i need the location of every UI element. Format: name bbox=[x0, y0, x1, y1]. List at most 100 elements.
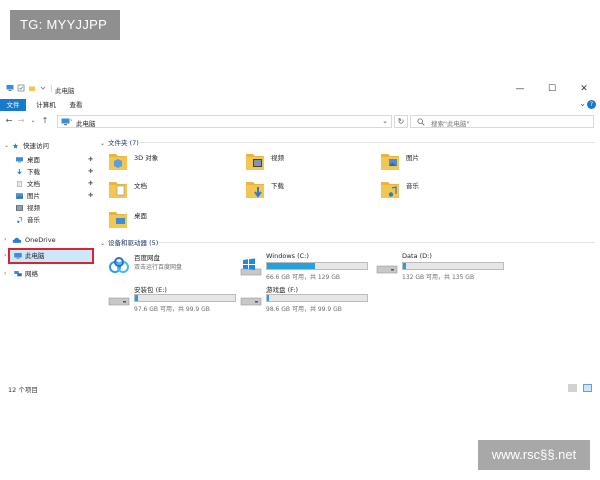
up-arrow-icon[interactable]: ↑ bbox=[40, 115, 50, 127]
drive-usage-fill bbox=[135, 295, 138, 301]
pin-icon[interactable]: ✚ bbox=[88, 154, 93, 166]
pin-icon[interactable]: ✚ bbox=[88, 166, 93, 178]
drive-usage-bar bbox=[266, 262, 368, 270]
breadcrumb[interactable]: 此电脑 bbox=[76, 118, 96, 128]
devices-group-header[interactable]: ⌄ 设备和驱动器 (5) bbox=[100, 237, 158, 247]
refresh-button[interactable]: ↻ bbox=[394, 115, 408, 128]
folder-label: 桌面 bbox=[134, 212, 147, 220]
chevron-down-icon[interactable]: ⌄ bbox=[100, 240, 105, 247]
baidu-netdisk-icon bbox=[109, 257, 129, 273]
chevron-right-icon[interactable]: › bbox=[4, 250, 6, 262]
folders-group-header[interactable]: ⌄ 文件夹 (7) bbox=[100, 137, 139, 147]
computer-icon bbox=[6, 85, 14, 91]
tab-computer[interactable]: 计算机 bbox=[32, 99, 60, 111]
folder-videos[interactable]: 视频 bbox=[245, 150, 365, 178]
pin-icon[interactable]: ✚ bbox=[88, 190, 93, 202]
video-icon bbox=[16, 205, 23, 211]
properties-icon[interactable] bbox=[17, 84, 25, 92]
folder-3d-objects[interactable]: 3D 对象 bbox=[108, 150, 228, 178]
drive-baidu-netdisk[interactable]: 百度网盘 双击运行百度网盘 bbox=[108, 252, 248, 282]
folder-pictures[interactable]: 图片 bbox=[380, 150, 500, 178]
drive-label: 百度网盘 bbox=[134, 254, 160, 262]
sidebar-item-label: 音乐 bbox=[27, 216, 40, 224]
sidebar-item-label: 视频 bbox=[27, 204, 40, 212]
sidebar-item-quick-access[interactable]: ⌄ 快速访问 bbox=[4, 140, 100, 152]
folder-desktop[interactable]: 桌面 bbox=[108, 208, 228, 236]
forward-arrow-icon[interactable]: → bbox=[16, 115, 26, 127]
ribbon-expand-icon[interactable]: ⌄ bbox=[579, 99, 586, 108]
search-box[interactable]: 搜索"此电脑" bbox=[410, 115, 594, 128]
view-toggle-group bbox=[568, 384, 592, 392]
hard-drive-icon bbox=[240, 297, 262, 306]
search-input[interactable]: 搜索"此电脑" bbox=[431, 118, 469, 128]
sidebar-item-label: 图片 bbox=[27, 192, 40, 200]
watermark-top: TG: MYYJJPP bbox=[10, 10, 120, 40]
chevron-down-icon[interactable]: ⌄ bbox=[4, 140, 9, 152]
sidebar-item-music[interactable]: 音乐 bbox=[16, 214, 100, 226]
drive-label: 安装包 (E:) bbox=[134, 286, 167, 294]
customize-qa-icon[interactable] bbox=[39, 84, 47, 92]
folder-downloads[interactable]: 下载 bbox=[245, 178, 365, 206]
drive-usage-fill bbox=[267, 295, 269, 301]
sidebar-item-label: 此电脑 bbox=[25, 252, 45, 260]
search-icon bbox=[417, 118, 425, 126]
drive-free-space: 132 GB 可用，共 135 GB bbox=[402, 274, 475, 281]
close-button[interactable]: ✕ bbox=[578, 84, 590, 94]
maximize-button[interactable]: ☐ bbox=[546, 84, 558, 94]
ribbon-tabs: 文件 计算机 查看 ⌄ ? bbox=[0, 99, 600, 111]
breadcrumb-chevron-icon[interactable]: › bbox=[70, 117, 72, 124]
sidebar-item-documents[interactable]: 文档 ✚ bbox=[16, 178, 100, 190]
picture-folder-icon bbox=[381, 154, 399, 170]
folder-label: 下载 bbox=[271, 182, 284, 190]
sidebar-item-desktop[interactable]: 桌面 ✚ bbox=[16, 154, 100, 166]
back-arrow-icon[interactable]: ← bbox=[4, 115, 14, 127]
drive-usage-fill bbox=[267, 263, 315, 269]
status-item-count: 12 个项目 bbox=[8, 386, 38, 394]
chevron-right-icon[interactable]: › bbox=[4, 234, 6, 246]
details-view-icon[interactable] bbox=[568, 384, 577, 392]
minimize-button[interactable]: — bbox=[514, 84, 526, 94]
sidebar-item-videos[interactable]: 视频 bbox=[16, 202, 100, 214]
chevron-right-icon[interactable]: › bbox=[4, 268, 6, 280]
drive-f[interactable]: 游戏盘 (F:) 98.6 GB 可用，共 99.9 GB bbox=[240, 284, 380, 314]
chevron-down-icon[interactable]: ⌄ bbox=[100, 140, 105, 147]
sidebar-item-pictures[interactable]: 图片 ✚ bbox=[16, 190, 100, 202]
drive-free-space: 66.6 GB 可用，共 129 GB bbox=[266, 274, 340, 281]
desktop-icon bbox=[16, 157, 23, 163]
star-icon bbox=[12, 143, 19, 149]
tab-file[interactable]: 文件 bbox=[0, 99, 26, 111]
recent-locations-icon[interactable]: ⌄ bbox=[28, 115, 38, 127]
address-bar[interactable]: › 此电脑 ⌄ bbox=[57, 115, 392, 128]
sidebar-item-this-pc[interactable]: › 此电脑 bbox=[4, 250, 100, 262]
sidebar-item-network[interactable]: › 网络 bbox=[4, 268, 100, 280]
sidebar-item-downloads[interactable]: 下载 ✚ bbox=[16, 166, 100, 178]
tab-view[interactable]: 查看 bbox=[64, 99, 88, 111]
new-folder-icon[interactable] bbox=[28, 84, 36, 92]
help-button[interactable]: ? bbox=[587, 100, 596, 109]
group-title: 文件夹 (7) bbox=[108, 139, 139, 147]
window-controls: — ☐ ✕ bbox=[514, 84, 590, 94]
large-icons-view-icon[interactable] bbox=[583, 384, 592, 392]
drive-free-space: 98.6 GB 可用，共 99.9 GB bbox=[266, 306, 342, 313]
drive-usage-bar bbox=[266, 294, 368, 302]
drive-usage-bar bbox=[402, 262, 504, 270]
document-icon bbox=[17, 181, 22, 187]
sidebar-item-label: OneDrive bbox=[25, 236, 56, 244]
windows-drive-icon bbox=[240, 258, 262, 276]
folder-label: 3D 对象 bbox=[134, 154, 159, 162]
address-dropdown-icon[interactable]: ⌄ bbox=[382, 117, 388, 125]
music-folder-icon bbox=[381, 182, 399, 198]
computer-icon bbox=[14, 253, 22, 259]
picture-icon bbox=[16, 193, 23, 199]
drive-e[interactable]: 安装包 (E:) 97.6 GB 可用，共 99.9 GB bbox=[108, 284, 248, 314]
folder-music[interactable]: 音乐 bbox=[380, 178, 500, 206]
sidebar-item-onedrive[interactable]: › OneDrive bbox=[4, 234, 100, 246]
divider bbox=[160, 242, 595, 243]
drive-free-space: 97.6 GB 可用，共 99.9 GB bbox=[134, 306, 210, 313]
pin-icon[interactable]: ✚ bbox=[88, 178, 93, 190]
drive-d[interactable]: Data (D:) 132 GB 可用，共 135 GB bbox=[376, 252, 516, 282]
drive-c[interactable]: Windows (C:) 66.6 GB 可用，共 129 GB bbox=[240, 252, 380, 282]
sidebar-item-label: 桌面 bbox=[27, 156, 40, 164]
folder-documents[interactable]: 文档 bbox=[108, 178, 228, 206]
file-explorer-window: | 此电脑 — ☐ ✕ 文件 计算机 查看 ⌄ ? ← → ⌄ ↑ › 此电脑 … bbox=[0, 80, 600, 400]
